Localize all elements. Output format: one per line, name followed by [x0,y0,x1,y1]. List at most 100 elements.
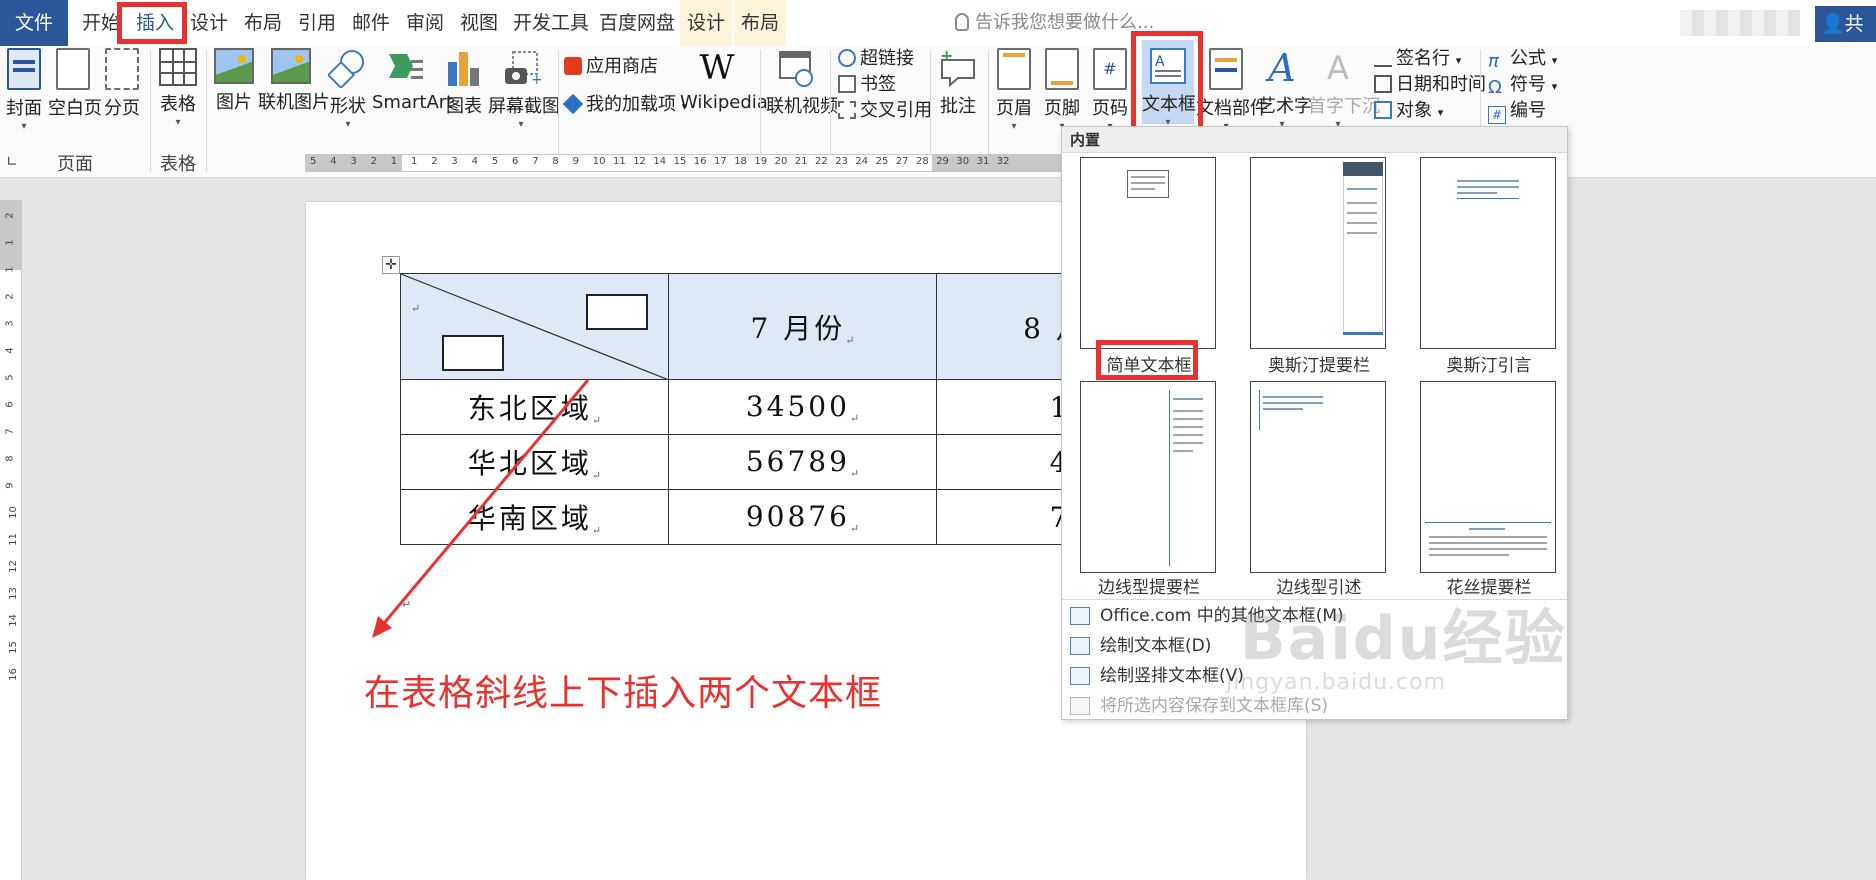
equation-button[interactable]: π 公式 ▾ [1488,44,1557,71]
ruler-tick-label: 13 [7,587,19,600]
tab-review[interactable]: 审阅 [402,0,448,46]
tab-developer[interactable]: 开发工具 [510,0,592,46]
table-move-handle[interactable]: ✛ [382,256,400,274]
ruler-tick-label: 30 [956,156,970,167]
ruler-tick-label: 3 [451,156,458,167]
hyperlink-label: 超链接 [860,48,914,69]
thumb-rule [1457,198,1519,199]
tab-table-layout[interactable]: 布局 [734,0,786,46]
drop-cap-button[interactable]: A 首字下沉 ▾ [1308,48,1380,130]
screenshot-button[interactable]: + 屏幕截图 ▾ [488,48,560,130]
ruler-tick-label: 14 [653,156,667,167]
gallery-label: 奥斯汀引言 [1446,356,1532,376]
highlight-textbox-button [1131,31,1203,139]
tab-baidu-netdisk[interactable]: 百度网盘 [596,0,678,46]
page-break-button[interactable]: 分页 [104,48,140,120]
value-cell[interactable]: 56789↵ [668,434,937,490]
ruler-margin [0,200,21,270]
shapes-label: 形状 [330,96,366,117]
region-cell[interactable]: 华北区域↵ [400,434,669,490]
vertical-ruler[interactable]: 2 1 1 2 3 4 5 6 7 8 9 10 11 12 13 14 15 16 [0,200,22,880]
bookmark-button[interactable]: 书签 [838,70,896,96]
wikipedia-label: Wikipedia [680,92,768,113]
comment-button[interactable]: + 批注 [938,46,978,118]
gallery-thumb-austin-quote[interactable] [1420,157,1556,349]
date-time-button[interactable]: 日期和时间 [1374,70,1486,96]
tab-design[interactable]: 设计 [186,0,232,46]
store-button[interactable]: 应用商店 [564,52,658,78]
tab-references[interactable]: 引用 [294,0,340,46]
tab-view[interactable]: 视图 [456,0,502,46]
ruler-tick-label: 2 [370,156,377,167]
ruler-tick-label: 3 [4,320,16,327]
pictures-button[interactable]: 图片 [214,48,254,114]
tab-selector[interactable]: ∟ [0,150,24,174]
cover-page-button[interactable]: 封面 ▾ [6,48,42,132]
region-cell[interactable]: 华南区域↵ [400,489,669,545]
lower-textbox[interactable] [442,335,504,371]
paragraph-mark: ↵ [591,469,602,482]
menu-more-textboxes[interactable]: Office.com 中的其他文本框(M) [1066,601,1562,631]
thumb-footer-bar [1343,332,1383,335]
highlight-simple-textbox [1096,340,1198,380]
ruler-tick-label: 15 [7,641,19,654]
tell-me-search[interactable]: 告诉我您想要做什么... [955,0,1154,46]
tab-table-design[interactable]: 设计 [680,0,732,46]
gallery-thumb-edge-sidebar[interactable] [1080,381,1216,573]
numbering-button[interactable]: # 编号 [1488,96,1546,124]
upper-textbox[interactable] [586,294,648,330]
signature-line-button[interactable]: 签名行 ▾ [1374,44,1461,70]
smartart-button[interactable]: SmartArt [372,48,453,113]
menu-draw-label: 绘制文本框(D) [1100,636,1212,656]
table-button[interactable]: 表格 ▾ [158,48,198,128]
tab-mailings[interactable]: 邮件 [348,0,394,46]
online-video-button[interactable]: 联机视频 [766,48,838,118]
gallery-thumb-simple-textbox[interactable] [1080,157,1216,349]
person-icon: 👤 [1821,13,1845,35]
diagonal-header-cell[interactable]: ↵ [400,273,669,380]
wikipedia-icon: W [699,48,735,88]
online-pictures-button[interactable]: 联机图片 [258,48,330,114]
cross-reference-button[interactable]: 交叉引用 [838,96,932,122]
gallery-thumb-austin-sidebar[interactable] [1250,157,1386,349]
share-button[interactable]: 👤共享 [1815,6,1876,71]
hyperlink-button[interactable]: 超链接 [838,44,914,70]
gallery-thumb-edge-quote[interactable] [1250,381,1386,573]
account-name-blurred[interactable] [1680,10,1800,36]
ruler-tick-label: 1 [4,266,16,273]
quick-parts-button[interactable]: 文档部件▾ [1196,48,1268,132]
menu-draw-vertical-textbox[interactable]: 绘制竖排文本框(V) [1066,661,1562,691]
footer-button[interactable]: 页脚▾ [1044,48,1080,132]
chart-button[interactable]: 图表 [444,48,484,118]
hyperlink-icon [838,49,856,67]
header-button[interactable]: 页眉 ▾ [996,48,1032,132]
blank-page-button[interactable]: 空白页 [48,48,102,120]
tab-file[interactable]: 文件 [0,0,68,46]
ruler-tick-label: 6 [4,401,16,408]
ruler-tick-label: 8 [552,156,559,167]
menu-save-to-gallery[interactable]: 将所选内容保存到文本框库(S) [1066,691,1562,721]
region-cell[interactable]: 东北区域↵ [400,379,669,435]
page-number-button[interactable]: # 页码▾ [1092,48,1128,132]
pi-icon: π [1488,51,1499,72]
symbol-button[interactable]: Ω 符号 ▾ [1488,70,1557,97]
ruler-tick-label: 9 [572,156,579,167]
my-addins-button[interactable]: 我的加载项 ▾ [562,90,687,116]
svg-text:+: + [531,72,541,88]
object-button[interactable]: 对象 ▾ [1374,96,1443,122]
value-cell[interactable]: 34500↵ [668,379,937,435]
wordart-button[interactable]: A 艺术字 ▾ [1258,48,1312,130]
ruler-tick-label: 21 [794,156,808,167]
thumb-edge-line [1169,390,1170,566]
textbox-gallery-dropdown: 内置 简单文本框 奥斯汀提要栏 奥斯汀引言 边线型提要栏 边线型引述 花丝提要栏… [1061,126,1568,720]
chart-label: 图表 [446,96,482,117]
horizontal-ruler[interactable]: 5 4 3 2 1 1 2 3 4 5 6 7 8 9 10 11 12 14 15 16 17 18 19 20 21 22 23… [305,154,1075,172]
header-cell-july[interactable]: 7 月份↵ [668,273,937,380]
paragraph-mark: ↵ [411,302,421,315]
shapes-button[interactable]: 形状 ▾ [326,48,368,130]
menu-draw-textbox[interactable]: 绘制文本框(D) [1066,631,1562,661]
wikipedia-button[interactable]: W Wikipedia [680,48,768,113]
gallery-thumb-filigree-sidebar[interactable] [1420,381,1556,573]
tab-layout[interactable]: 布局 [240,0,286,46]
value-cell[interactable]: 90876↵ [668,489,937,545]
